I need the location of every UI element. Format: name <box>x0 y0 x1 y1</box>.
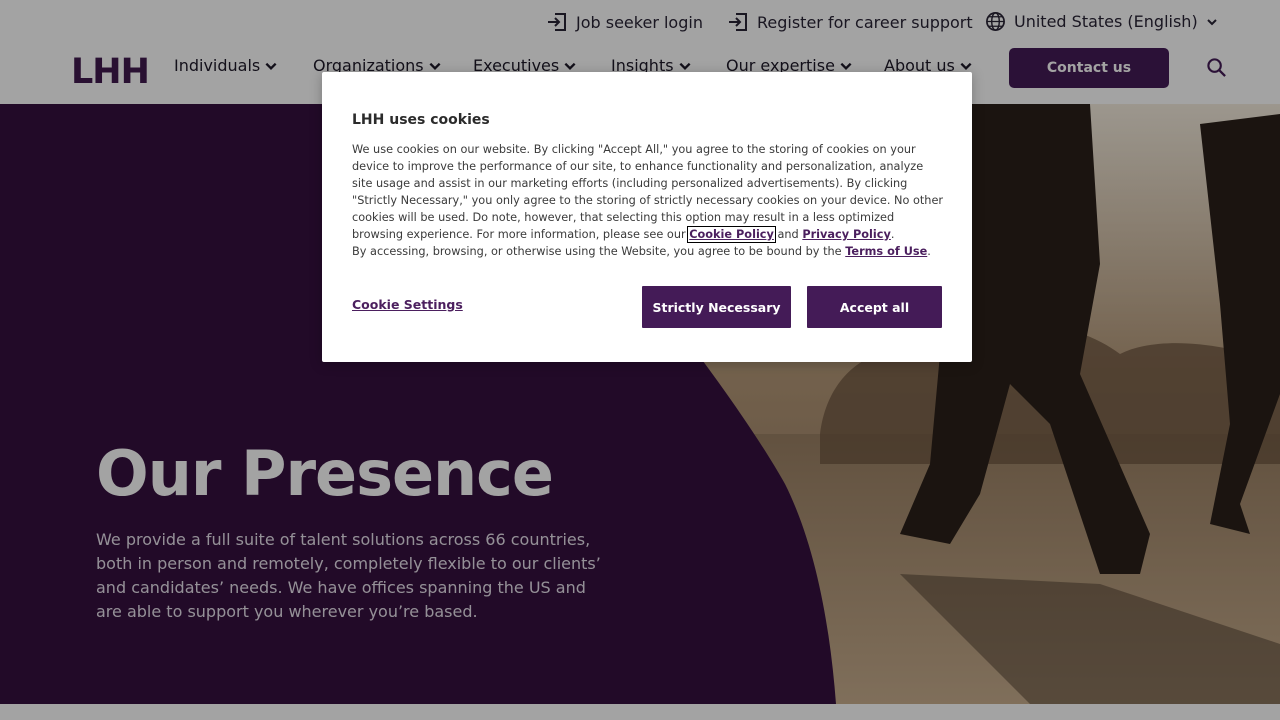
cookie-body-and: and <box>773 228 803 241</box>
cookie-body-text: We use cookies on our website. By clicki… <box>352 143 944 241</box>
cookie-settings-link[interactable]: Cookie Settings <box>352 297 463 312</box>
cookie-dialog: LHH uses cookies We use cookies on our w… <box>322 72 972 362</box>
cookie-dialog-title: LHH uses cookies <box>352 112 490 128</box>
cookie-policy-link[interactable]: Cookie Policy <box>687 226 776 243</box>
cookie-body-period-2: . <box>927 245 931 258</box>
cookie-dialog-body: We use cookies on our website. By clicki… <box>352 141 947 260</box>
terms-of-use-link[interactable]: Terms of Use <box>845 245 927 258</box>
accept-all-button[interactable]: Accept all <box>807 286 942 328</box>
strictly-necessary-button[interactable]: Strictly Necessary <box>642 286 791 328</box>
cookie-body-period: . <box>890 228 895 241</box>
cookie-body-terms-text: By accessing, browsing, or otherwise usi… <box>352 245 846 258</box>
privacy-policy-link[interactable]: Privacy Policy <box>802 228 891 241</box>
